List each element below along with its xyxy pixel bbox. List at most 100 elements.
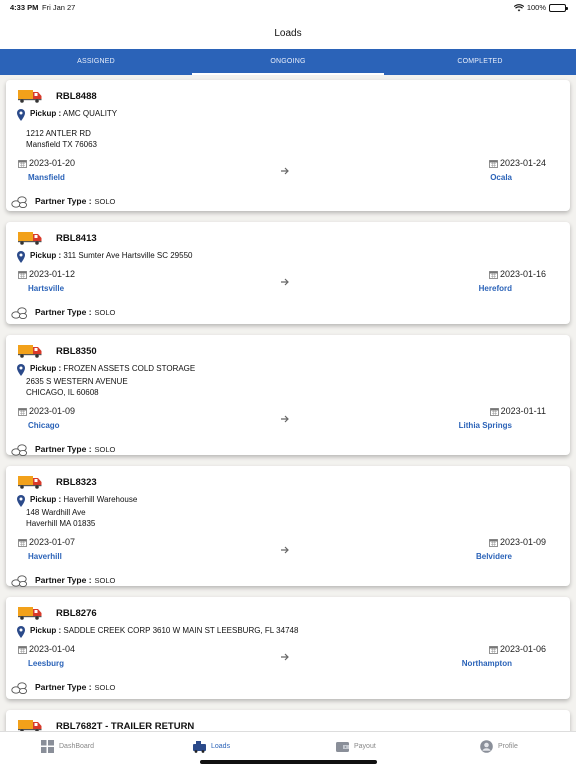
partner-row: Partner Type : SOLO — [11, 439, 560, 459]
load-card[interactable]: RBL8413 Pickup : 311 Sumter Ave Hartsvill… — [6, 222, 570, 324]
location-pin-icon — [17, 364, 25, 376]
origin-city: Chicago — [28, 421, 60, 430]
load-header: RBL8276 — [16, 605, 560, 621]
start-date: 2023-01-07 — [18, 537, 75, 547]
status-date: Fri Jan 27 — [42, 3, 76, 12]
truck-icon — [18, 344, 42, 358]
partner-type-value: SOLO — [94, 196, 116, 206]
pickup-row: Pickup : Haverhill Warehouse — [16, 495, 560, 507]
pickup-text: Pickup : SADDLE CREEK CORP 3610 W MAIN S… — [30, 626, 298, 638]
truck-icon — [18, 475, 42, 489]
partner-row: Partner Type : SOLO — [11, 677, 560, 697]
start-date: 2023-01-12 — [18, 269, 75, 279]
load-id: RBL8350 — [56, 345, 97, 357]
location-pin-icon — [17, 626, 25, 638]
load-card[interactable]: RBL7682T - TRAILER RETURN — [6, 710, 570, 731]
calendar-icon — [489, 407, 499, 416]
destination-city: Ocala — [490, 173, 512, 182]
destination-city: Hereford — [478, 284, 512, 293]
profile-icon — [480, 740, 493, 753]
address-line: Mansfield TX 76063 — [26, 140, 98, 149]
pickup-text: Pickup : AMC QUALITY — [30, 109, 117, 121]
truck-icon — [18, 606, 42, 620]
end-date-value: 2023-01-16 — [499, 269, 546, 279]
battery-icon — [549, 3, 568, 12]
partner-type-label: Partner Type : — [35, 307, 92, 317]
load-header: RBL8488 — [16, 88, 560, 104]
start-date-value: 2023-01-12 — [29, 269, 76, 279]
status-time: 4:33 PM — [10, 3, 39, 12]
origin-city: Leesburg — [28, 659, 65, 668]
coins-icon — [11, 195, 28, 208]
partner-type-label: Partner Type : — [35, 444, 92, 454]
page-title: Loads — [274, 28, 302, 39]
calendar-icon — [489, 270, 498, 279]
pickup-text: Pickup : Haverhill Warehouse — [30, 495, 137, 507]
load-header: RBL8323 — [16, 474, 560, 490]
start-date: 2023-01-09 — [18, 406, 75, 416]
tab-ongoing[interactable]: ONGOING — [192, 49, 384, 75]
battery-percent: 100% — [526, 3, 546, 12]
arrow-right-icon — [281, 415, 289, 423]
location-pin-icon — [17, 251, 25, 263]
end-date: 2023-01-06 — [489, 644, 546, 654]
truck-icon — [18, 231, 42, 245]
location-pin-icon — [17, 109, 25, 121]
calendar-icon — [489, 645, 498, 654]
route-row: 2023-01-12 Hartsville 2023-01-16 Hereford — [16, 269, 560, 302]
tabbar-dashboard[interactable]: DashBoard — [41, 740, 94, 753]
load-card[interactable]: RBL8350 Pickup : FROZEN ASSETS COLD STORA… — [6, 335, 570, 456]
start-date-value: 2023-01-04 — [29, 644, 76, 654]
tabbar-profile[interactable]: Profile — [480, 740, 518, 753]
home-indicator[interactable] — [200, 760, 377, 764]
load-list[interactable]: RBL8488 Pickup : AMC QUALITY 1212 ANTLER R… — [0, 75, 576, 731]
calendar-icon — [18, 407, 27, 416]
truck-icon — [193, 741, 206, 753]
pickup-row: Pickup : SADDLE CREEK CORP 3610 W MAIN S… — [16, 626, 560, 638]
pickup-text: Pickup : 311 Sumter Ave Hartsville SC 29… — [30, 251, 192, 263]
partner-row: Partner Type : SOLO — [11, 191, 560, 211]
wallet-icon — [336, 742, 349, 752]
tabbar-payout[interactable]: Payout — [336, 740, 376, 753]
destination-city: Lithia Springs — [458, 421, 512, 430]
pickup-label: Pickup : — [30, 495, 62, 504]
arrow-right-icon — [281, 653, 289, 661]
load-card[interactable]: RBL8276 Pickup : SADDLE CREEK CORP 3610 W… — [6, 597, 570, 699]
load-id: RBL7682T - TRAILER RETURN — [56, 720, 195, 732]
truck-icon — [18, 89, 42, 103]
end-date: 2023-01-09 — [489, 537, 546, 547]
tabbar-loads-label: Loads — [211, 743, 231, 750]
load-status-tabs: ASSIGNED ONGOING COMPLETED — [0, 49, 576, 75]
tabbar-dashboard-label: DashBoard — [59, 743, 95, 750]
end-date-value: 2023-01-09 — [499, 537, 546, 547]
start-date-value: 2023-01-07 — [29, 537, 76, 547]
load-card[interactable]: RBL8323 Pickup : Haverhill Warehouse 148 W… — [6, 466, 570, 587]
coins-icon — [11, 306, 28, 319]
partner-type-value: SOLO — [94, 444, 116, 454]
calendar-icon — [18, 645, 27, 654]
origin-city: Haverhill — [28, 552, 62, 561]
address-line: 148 Wardhill Ave — [26, 508, 86, 517]
partner-type-value: SOLO — [94, 307, 116, 317]
pickup-text: Pickup : FROZEN ASSETS COLD STORAGE — [30, 364, 195, 376]
pickup-row: Pickup : 311 Sumter Ave Hartsville SC 29… — [16, 251, 560, 263]
route-row: 2023-01-09 Chicago 2023-01-11 Lithia Spring… — [16, 406, 560, 439]
load-card[interactable]: RBL8488 Pickup : AMC QUALITY 1212 ANTLER R… — [6, 80, 570, 211]
tabbar-loads[interactable]: Loads — [193, 740, 230, 753]
address-line: 1212 ANTLER RD — [26, 129, 91, 138]
partner-row: Partner Type : SOLO — [11, 302, 560, 322]
end-date-value: 2023-01-11 — [500, 406, 546, 416]
tab-completed[interactable]: COMPLETED — [384, 49, 576, 75]
tab-assigned[interactable]: ASSIGNED — [0, 49, 192, 75]
end-date-value: 2023-01-24 — [499, 158, 546, 168]
address-line: 2635 S WESTERN AVENUE — [26, 377, 128, 386]
dashboard-icon — [41, 740, 54, 753]
partner-type-value: SOLO — [94, 575, 116, 585]
nav-header: Loads — [0, 16, 576, 49]
start-date: 2023-01-04 — [18, 644, 75, 654]
origin-city: Mansfield — [28, 173, 65, 182]
address-line: CHICAGO, IL 60608 — [26, 388, 99, 397]
end-date-value: 2023-01-06 — [499, 644, 546, 654]
location-pin-icon — [17, 495, 25, 507]
pickup-name: AMC QUALITY — [62, 109, 118, 118]
